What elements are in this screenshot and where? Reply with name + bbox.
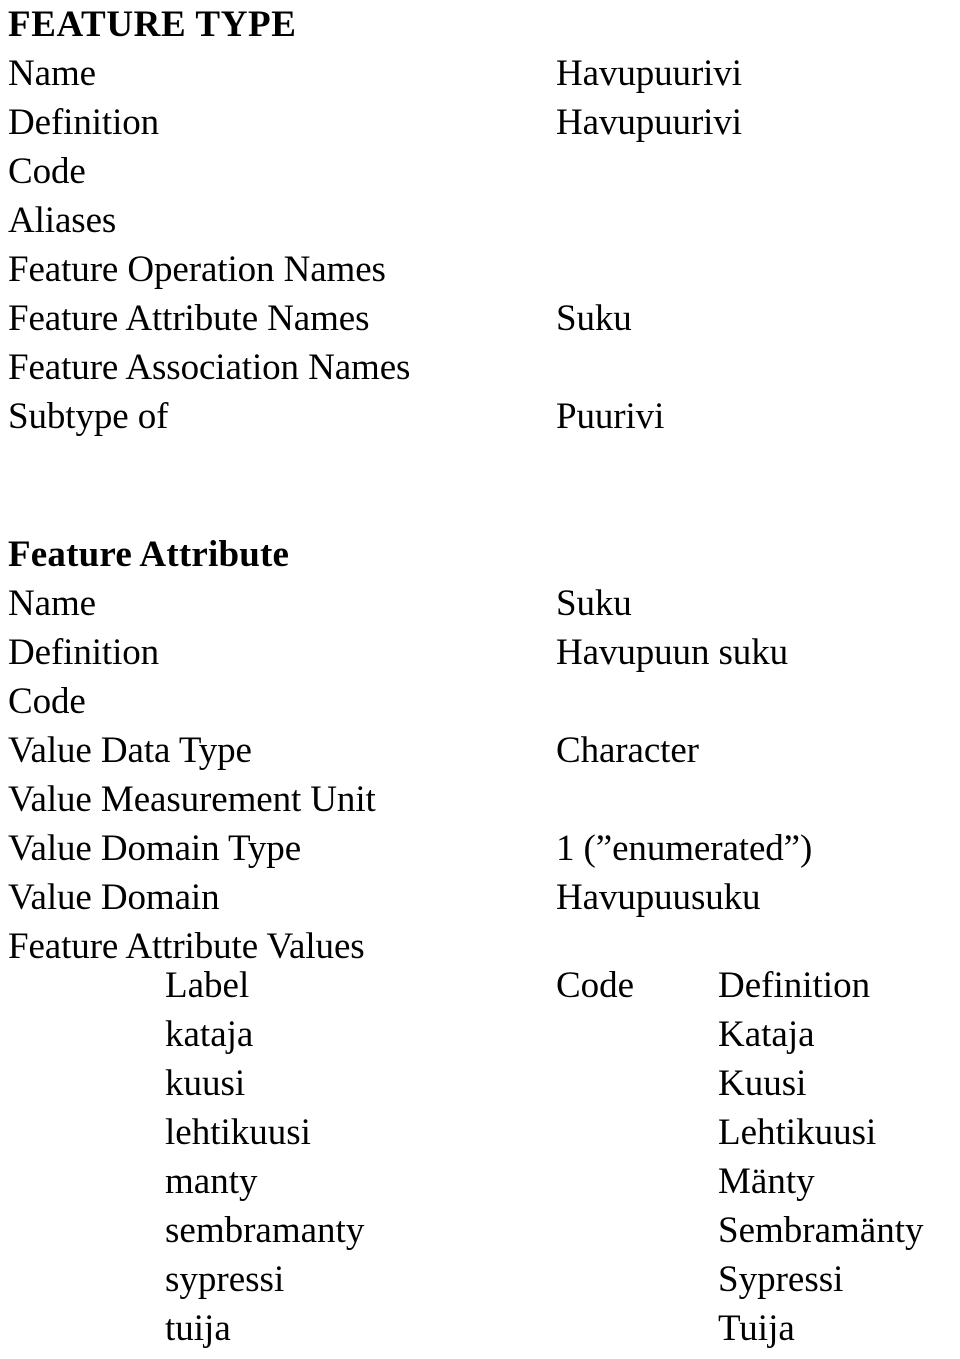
table-row: kataja Kataja	[0, 1010, 960, 1059]
document-page: FEATURE TYPE Name Havupuurivi Definition…	[0, 0, 960, 1359]
field-label: Name	[8, 583, 96, 624]
cell-definition: Kuusi	[718, 1063, 807, 1104]
field-value: Character	[556, 730, 699, 771]
cell-definition: Kataja	[718, 1014, 815, 1055]
field-label: Value Measurement Unit	[8, 779, 376, 820]
column-header-definition: Definition	[718, 965, 871, 1006]
field-label: Subtype of	[8, 396, 169, 437]
field-label: Feature Association Names	[8, 347, 411, 388]
cell-label: kuusi	[165, 1063, 246, 1104]
field-label: Definition	[8, 102, 160, 143]
record-row: Value Data Type Character	[0, 726, 960, 775]
record-row: Code	[0, 677, 960, 726]
record-row: Feature Attribute Names Suku	[0, 294, 960, 343]
record-row: Value Measurement Unit	[0, 775, 960, 824]
field-value: Suku	[556, 583, 632, 624]
table-row: sypressi Sypressi	[0, 1255, 960, 1304]
cell-label: tuija	[165, 1308, 231, 1349]
field-label: Value Data Type	[8, 730, 252, 771]
cell-label: sembramanty	[165, 1210, 365, 1251]
cell-label: kataja	[165, 1014, 254, 1055]
record-row: Definition Havupuun suku	[0, 628, 960, 677]
table-row: manty Mänty	[0, 1157, 960, 1206]
record-row: Aliases	[0, 196, 960, 245]
cell-definition: Tuija	[718, 1308, 795, 1349]
record-row: Name Suku	[0, 579, 960, 628]
field-label: Feature Attribute Names	[8, 298, 370, 339]
feature-attribute-values-table: Label Code Definition kataja Kataja kuus…	[0, 961, 960, 1353]
table-row: sembramanty Sembramänty	[0, 1206, 960, 1255]
record-heading-row: Feature Attribute	[0, 530, 960, 579]
field-label: Code	[8, 151, 86, 192]
field-label: Definition	[8, 632, 160, 673]
table-row: lehtikuusi Lehtikuusi	[0, 1108, 960, 1157]
field-value: Puurivi	[556, 396, 665, 437]
cell-definition: Lehtikuusi	[718, 1112, 877, 1153]
field-value: Suku	[556, 298, 632, 339]
field-value: 1 (”enumerated”)	[556, 828, 813, 869]
table-row: tuija Tuija	[0, 1304, 960, 1353]
feature-attribute-heading: Feature Attribute	[8, 534, 290, 575]
cell-definition: Mänty	[718, 1161, 815, 1202]
record-row: Code	[0, 147, 960, 196]
table-row: kuusi Kuusi	[0, 1059, 960, 1108]
record-row: Value Domain Type 1 (”enumerated”)	[0, 824, 960, 873]
record-row: Subtype of Puurivi	[0, 392, 960, 441]
record-row: Name Havupuurivi	[0, 49, 960, 98]
feature-type-heading: FEATURE TYPE	[8, 4, 297, 45]
field-value: Havupuurivi	[556, 102, 742, 143]
record-row: Feature Operation Names	[0, 245, 960, 294]
field-value: Havupuun suku	[556, 632, 788, 673]
feature-type-record: FEATURE TYPE Name Havupuurivi Definition…	[0, 0, 960, 441]
record-row: Value Domain Havupuusuku	[0, 873, 960, 922]
record-heading-row: FEATURE TYPE	[0, 0, 960, 49]
field-value: Havupuusuku	[556, 877, 761, 918]
field-label: Value Domain	[8, 877, 220, 918]
record-row: Definition Havupuurivi	[0, 98, 960, 147]
cell-label: sypressi	[165, 1259, 285, 1300]
field-label: Feature Operation Names	[8, 249, 386, 290]
feature-attribute-record: Feature Attribute Name Suku Definition H…	[0, 530, 960, 971]
table-header-row: Label Code Definition	[0, 961, 960, 1010]
field-value: Havupuurivi	[556, 53, 742, 94]
column-header-code: Code	[556, 965, 635, 1006]
record-row: Feature Association Names	[0, 343, 960, 392]
field-label: Value Domain Type	[8, 828, 302, 869]
column-header-label: Label	[165, 965, 250, 1006]
cell-label: lehtikuusi	[165, 1112, 311, 1153]
field-label: Code	[8, 681, 86, 722]
cell-definition: Sypressi	[718, 1259, 844, 1300]
field-label: Name	[8, 53, 96, 94]
cell-label: manty	[165, 1161, 258, 1202]
cell-definition: Sembramänty	[718, 1210, 924, 1251]
field-label: Aliases	[8, 200, 117, 241]
